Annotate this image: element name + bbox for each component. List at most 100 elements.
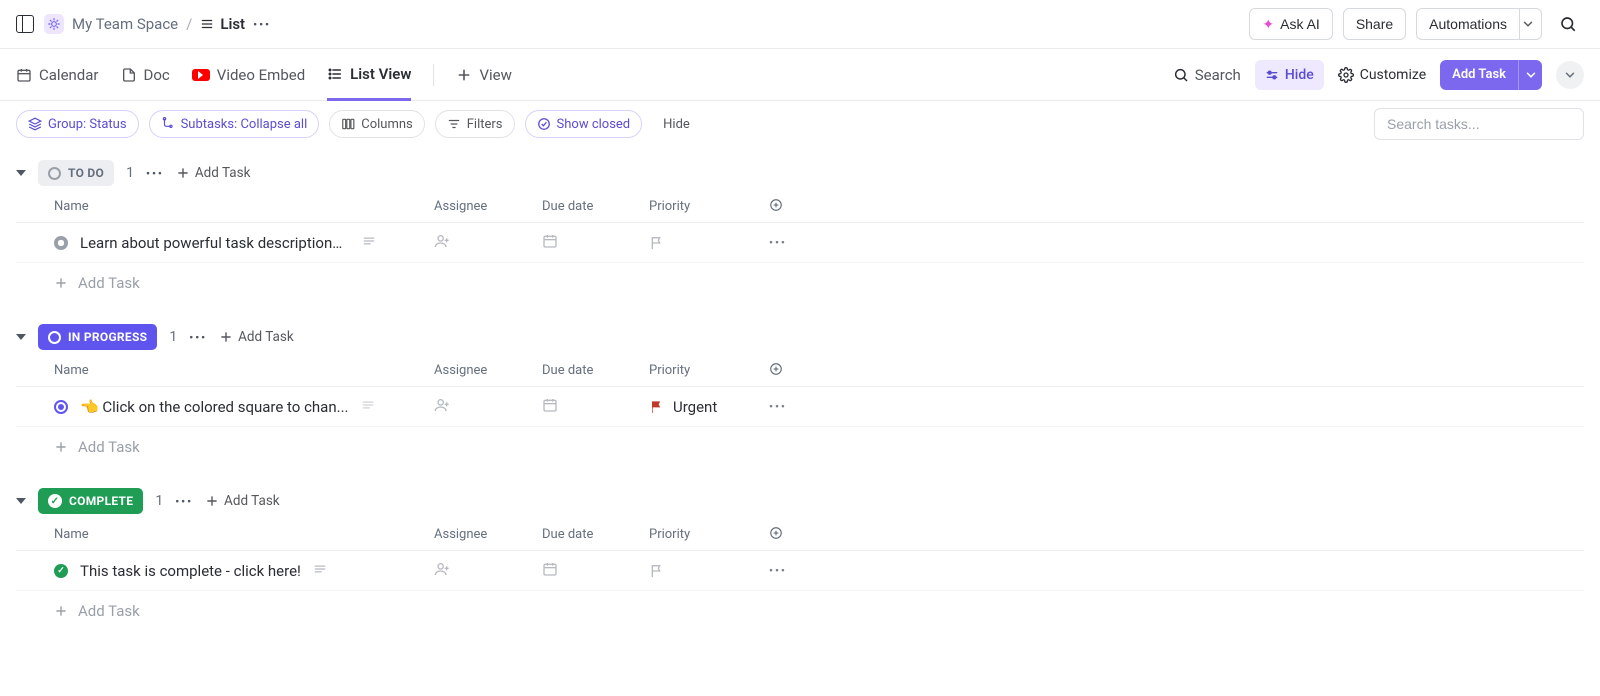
add-task-row[interactable]: Add Task [16, 427, 1584, 467]
view-search-button[interactable]: Search [1173, 49, 1241, 101]
add-task-row[interactable]: Add Task [16, 263, 1584, 303]
task-row[interactable]: 👈 Click on the colored square to chan...… [16, 387, 1584, 427]
tab-list-view[interactable]: List View [327, 49, 411, 101]
row-more-icon[interactable]: ••• [769, 400, 809, 413]
global-search-icon[interactable] [1552, 8, 1584, 40]
col-assignee[interactable]: Assignee [434, 527, 542, 542]
tab-calendar[interactable]: Calendar [16, 49, 99, 101]
col-priority[interactable]: Priority [649, 527, 769, 542]
add-column-icon[interactable] [769, 362, 809, 380]
add-task-dropdown[interactable] [1518, 60, 1542, 90]
chip-hide[interactable]: Hide [652, 110, 701, 138]
status-pill-inprogress[interactable]: IN PROGRESS [38, 324, 157, 350]
chevron-down-icon[interactable] [16, 498, 26, 504]
group-actions: ••• Add Task [175, 493, 279, 509]
customize-button[interactable]: Customize [1338, 67, 1426, 83]
task-name-cell: Learn about powerful task descriptions .… [54, 234, 434, 252]
chip-show-closed[interactable]: Show closed [525, 110, 643, 138]
col-due[interactable]: Due date [542, 199, 649, 214]
group-todo: TO DO 1 ••• Add Task Name Assignee Due d… [0, 155, 1600, 319]
priority-cell[interactable] [649, 563, 769, 579]
group-add-task[interactable]: Add Task [205, 493, 280, 509]
chip-subtasks[interactable]: Subtasks: Collapse all [149, 110, 320, 138]
col-due[interactable]: Due date [542, 363, 649, 378]
group-more-icon[interactable]: ••• [146, 167, 164, 180]
filters-row: Group: Status Subtasks: Collapse all Col… [0, 101, 1600, 147]
col-name[interactable]: Name [54, 527, 434, 542]
col-priority[interactable]: Priority [649, 199, 769, 214]
group-inprogress: IN PROGRESS 1 ••• Add Task Name Assignee… [0, 319, 1600, 483]
automations-button[interactable]: Automations [1416, 8, 1520, 40]
column-header: Name Assignee Due date Priority [16, 519, 1584, 551]
share-button[interactable]: Share [1343, 8, 1406, 40]
col-assignee[interactable]: Assignee [434, 199, 542, 214]
task-name-cell: 👈 Click on the colored square to chan... [54, 398, 434, 416]
description-icon [361, 398, 375, 416]
row-more-icon[interactable]: ••• [769, 564, 809, 577]
group-header: IN PROGRESS 1 ••• Add Task [16, 319, 1584, 355]
column-header: Name Assignee Due date Priority [16, 355, 1584, 387]
group-add-task[interactable]: Add Task [219, 329, 294, 345]
automations-dropdown[interactable] [1514, 8, 1542, 40]
breadcrumb: My Team Space / List ••• [44, 14, 271, 34]
status-pill-complete[interactable]: ✓ COMPLETE [38, 488, 143, 514]
col-priority[interactable]: Priority [649, 363, 769, 378]
chip-group[interactable]: Group: Status [16, 110, 139, 138]
col-assignee[interactable]: Assignee [434, 363, 542, 378]
top-bar-right: Ask AI Share Automations [1249, 8, 1584, 40]
status-circle-icon[interactable] [54, 400, 68, 414]
search-tasks-input[interactable] [1374, 108, 1584, 140]
filters-left: Group: Status Subtasks: Collapse all Col… [16, 110, 701, 138]
view-tabs: Calendar Doc Video Embed List View View … [0, 49, 1600, 101]
chip-columns[interactable]: Columns [329, 110, 425, 138]
assignee-cell[interactable] [434, 397, 542, 417]
ask-ai-button[interactable]: Ask AI [1249, 8, 1332, 40]
status-circle-icon [48, 331, 61, 344]
task-name-cell: ✓ This task is complete - click here! [54, 562, 434, 580]
group-count: 1 [155, 493, 163, 509]
add-task-row[interactable]: Add Task [16, 591, 1584, 631]
group-actions: ••• Add Task [189, 329, 293, 345]
view-tab-separator [433, 64, 434, 86]
hide-button[interactable]: Hide [1255, 60, 1324, 90]
collapse-panel-icon[interactable] [1556, 61, 1584, 89]
task-row[interactable]: ✓ This task is complete - click here! ••… [16, 551, 1584, 591]
group-more-icon[interactable]: ••• [175, 495, 193, 508]
breadcrumb-separator: / [186, 15, 192, 33]
chip-filters[interactable]: Filters [435, 110, 515, 138]
due-date-cell[interactable] [542, 397, 649, 417]
sidebar-toggle-icon[interactable] [16, 15, 34, 33]
col-due[interactable]: Due date [542, 527, 649, 542]
priority-cell[interactable] [649, 235, 769, 251]
breadcrumb-space[interactable]: My Team Space [72, 15, 178, 33]
add-column-icon[interactable] [769, 526, 809, 544]
row-more-icon[interactable]: ••• [769, 236, 809, 249]
status-circle-icon[interactable] [54, 236, 68, 250]
task-title: This task is complete - click here! [80, 562, 301, 580]
tab-video-embed[interactable]: Video Embed [192, 49, 305, 101]
chevron-down-icon[interactable] [16, 334, 26, 340]
due-date-cell[interactable] [542, 233, 649, 253]
task-title: 👈 Click on the colored square to chan... [80, 398, 349, 416]
status-check-icon[interactable]: ✓ [54, 564, 68, 578]
add-view-button[interactable]: View [456, 49, 511, 101]
breadcrumb-current[interactable]: List [200, 15, 245, 33]
assignee-cell[interactable] [434, 561, 542, 581]
breadcrumb-more-icon[interactable]: ••• [253, 18, 271, 31]
group-more-icon[interactable]: ••• [189, 331, 207, 344]
status-pill-todo[interactable]: TO DO [38, 160, 114, 186]
chevron-down-icon[interactable] [16, 170, 26, 176]
task-row[interactable]: Learn about powerful task descriptions .… [16, 223, 1584, 263]
tab-doc[interactable]: Doc [121, 49, 170, 101]
group-add-task[interactable]: Add Task [176, 165, 251, 181]
view-tabs-left: Calendar Doc Video Embed List View View [16, 49, 512, 101]
space-icon [44, 14, 64, 34]
top-bar-left: My Team Space / List ••• [16, 14, 271, 34]
assignee-cell[interactable] [434, 233, 542, 253]
col-name[interactable]: Name [54, 363, 434, 378]
add-task-button[interactable]: Add Task [1440, 60, 1542, 90]
add-column-icon[interactable] [769, 198, 809, 216]
col-name[interactable]: Name [54, 199, 434, 214]
due-date-cell[interactable] [542, 561, 649, 581]
priority-cell[interactable]: Urgent [649, 398, 769, 416]
